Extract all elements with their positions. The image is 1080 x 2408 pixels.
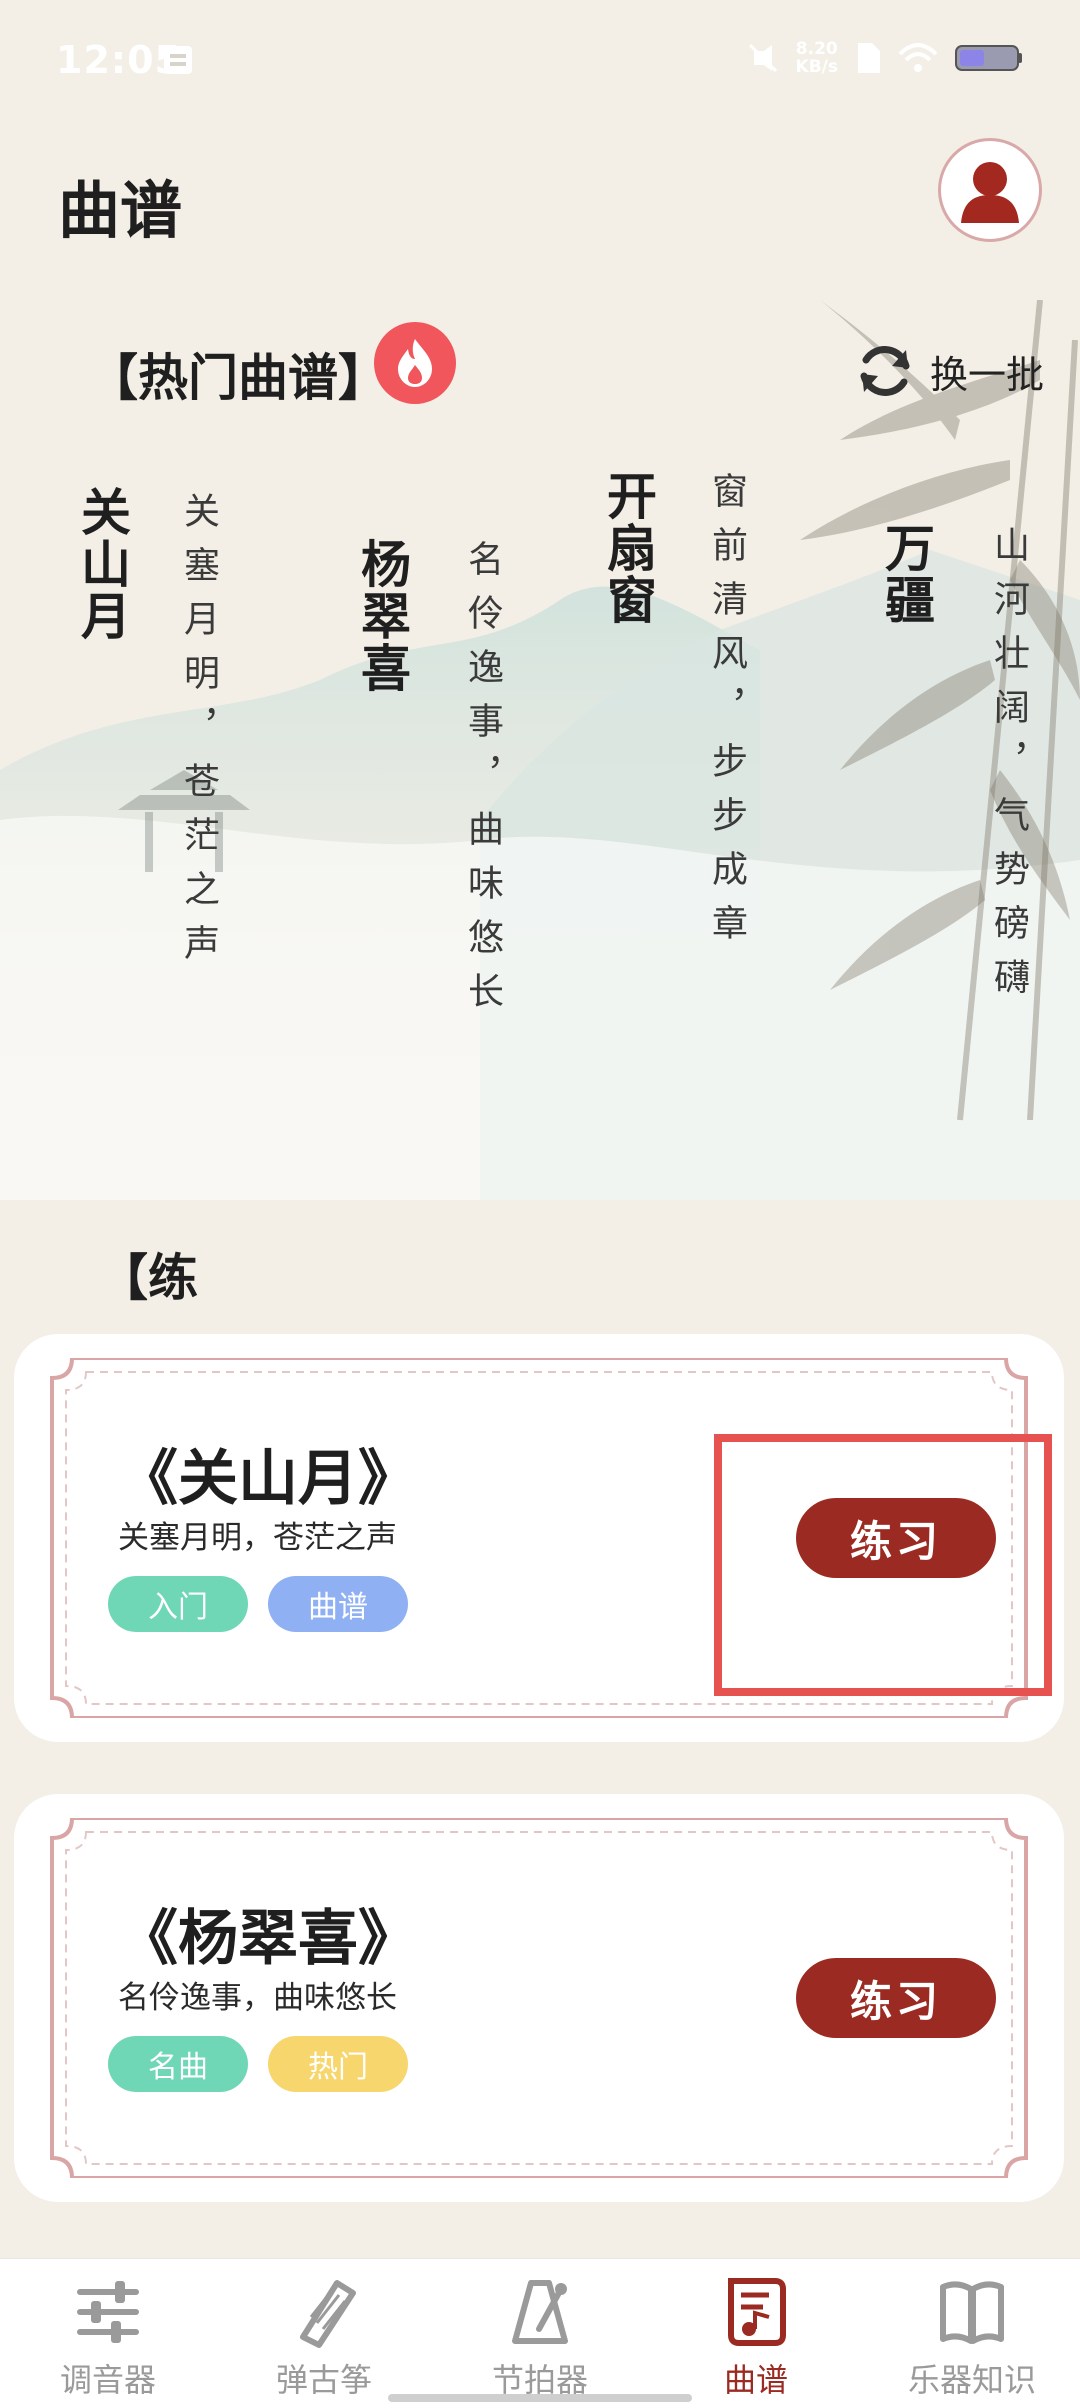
hot-song-title[interactable]: 杨翠喜: [346, 538, 418, 694]
card-title: 《关山月》: [118, 1444, 418, 1514]
nav-label: 曲谱: [723, 2361, 788, 2399]
hot-song-title[interactable]: 开扇窗: [592, 470, 664, 626]
metronome-icon: [512, 2280, 568, 2344]
hot-song-desc: 山河壮阔，气势磅礴: [988, 526, 1029, 1012]
nav-label: 乐器知识: [907, 2361, 1036, 2399]
nav-item-sheet-music[interactable]: 曲谱: [648, 2259, 864, 2408]
refresh-icon: [860, 346, 910, 396]
sim-icon: [858, 43, 880, 73]
tag-level: 入门: [108, 1576, 248, 1632]
book-icon: [940, 2281, 1004, 2344]
practice-section-title: 【练: [98, 1249, 198, 1307]
wifi-icon: [898, 43, 938, 72]
refresh-label: 换一批: [929, 352, 1044, 397]
nav-item-metronome[interactable]: 节拍器: [432, 2259, 648, 2408]
tag-category: 热门: [268, 2036, 408, 2092]
hot-song-title[interactable]: 万疆: [870, 522, 942, 626]
sheet-music-scroll-icon: [728, 2278, 786, 2346]
tag-level: 名曲: [108, 2036, 248, 2092]
home-indicator[interactable]: [388, 2394, 692, 2402]
guzheng-icon: [300, 2280, 356, 2348]
nav-item-guzheng[interactable]: 弹古筝: [216, 2259, 432, 2408]
bottom-nav: 调音器 弹古筝 节拍器 曲谱 乐器知识: [0, 2258, 1080, 2408]
refresh-button[interactable]: 换一批: [854, 340, 1044, 402]
nav-item-knowledge[interactable]: 乐器知识: [864, 2259, 1080, 2408]
user-icon: [961, 162, 1019, 223]
hot-section-title: 【热门曲谱】: [88, 349, 388, 407]
card-title: 《杨翠喜》: [118, 1904, 418, 1974]
landscape-background: [0, 300, 1080, 1200]
status-icons: 8.20 KB/s: [746, 40, 1024, 76]
network-speed: 8.20 KB/s: [795, 39, 838, 77]
screen: 12:05 8.20 KB/s 曲谱 【热门曲谱】 换一批 关山月 关塞月明，苍…: [0, 0, 1080, 2408]
hot-song-desc: 名伶逸事，曲味悠长: [462, 540, 503, 1026]
tuner-sliders-icon: [77, 2281, 139, 2343]
practice-button[interactable]: 练习: [796, 1958, 996, 2038]
hot-song-desc: 窗前清风，步步成章: [706, 472, 747, 958]
nav-label: 弹古筝: [275, 2361, 372, 2399]
battery-icon: [955, 45, 1022, 71]
highlight-box: [714, 1434, 1052, 1696]
user-avatar[interactable]: [938, 138, 1042, 242]
tag-category: 曲谱: [268, 1576, 408, 1632]
hot-song-desc: 关塞月明，苍茫之声: [178, 492, 219, 978]
hot-song-title[interactable]: 关山月: [66, 486, 138, 642]
fire-icon: [374, 322, 456, 404]
song-card[interactable]: 《杨翠喜》 名伶逸事，曲味悠长 名曲 热门 练习: [14, 1794, 1064, 2202]
status-bar: 12:05 8.20 KB/s: [0, 0, 1080, 120]
notification-icon: [164, 46, 192, 74]
card-description: 名伶逸事，曲味悠长: [118, 1980, 397, 2016]
page-title: 曲谱: [58, 174, 183, 247]
mute-icon: [748, 43, 777, 73]
nav-label: 调音器: [59, 2361, 156, 2399]
card-description: 关塞月明，苍茫之声: [118, 1520, 397, 1556]
nav-item-tuner[interactable]: 调音器: [0, 2259, 216, 2408]
